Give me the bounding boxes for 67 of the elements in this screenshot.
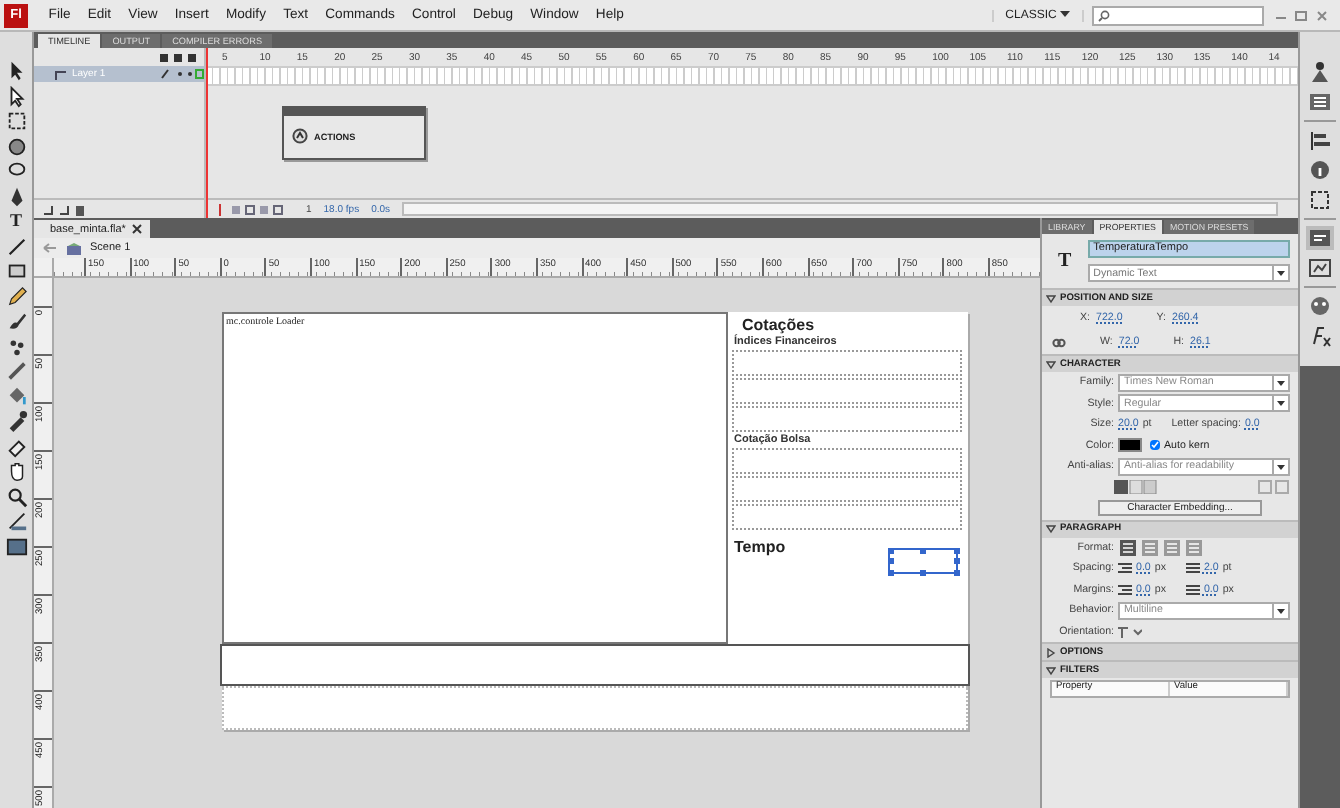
dropdown-arrow-icon[interactable] <box>1272 603 1288 618</box>
close-icon[interactable] <box>131 224 142 234</box>
layer-icon <box>54 67 68 81</box>
line-spacing-icon <box>1185 562 1200 575</box>
line-spacing-icon <box>1185 583 1200 596</box>
props-icon[interactable] <box>1306 226 1334 250</box>
align-icon[interactable] <box>1120 539 1136 556</box>
search-icon <box>1098 9 1110 21</box>
text-field[interactable] <box>732 378 962 404</box>
lasso-icon[interactable] <box>5 160 27 182</box>
orientation-icon[interactable] <box>1118 625 1142 638</box>
expanded-triangle-icon[interactable] <box>1046 665 1056 675</box>
dropdown-arrow-icon[interactable] <box>1272 396 1288 411</box>
scrollbar[interactable] <box>402 202 1278 216</box>
text-field[interactable] <box>732 448 962 474</box>
rect-icon[interactable] <box>5 260 27 282</box>
pencil-icon[interactable] <box>5 285 27 307</box>
indent-icon <box>1118 562 1132 575</box>
layer-state-icons <box>160 68 204 80</box>
caret-icon <box>1060 9 1070 17</box>
library-icon[interactable] <box>1306 90 1334 114</box>
layer-buttons-icon[interactable] <box>42 203 90 215</box>
info-icon[interactable] <box>1306 158 1334 182</box>
text-field[interactable] <box>732 406 962 432</box>
selected-text-field[interactable] <box>888 548 958 574</box>
color-swatch[interactable] <box>1118 438 1142 453</box>
dropdown-arrow-icon[interactable] <box>1272 375 1288 390</box>
actions-icon <box>292 128 308 144</box>
dropper-icon[interactable] <box>5 410 27 432</box>
expanded-triangle-icon[interactable] <box>1046 524 1056 534</box>
magnifier-icon[interactable] <box>5 485 27 507</box>
transform-icon[interactable] <box>1306 188 1334 212</box>
grid-icon[interactable] <box>1306 256 1334 280</box>
hollow-arrow-icon[interactable] <box>5 85 27 107</box>
hand-icon[interactable] <box>5 460 27 482</box>
brush-icon[interactable] <box>5 310 27 332</box>
expanded-triangle-icon[interactable] <box>1046 359 1056 369</box>
transform-icon[interactable] <box>5 110 27 132</box>
dropdown-arrow-icon[interactable] <box>1272 266 1288 280</box>
text-field[interactable] <box>732 350 962 376</box>
expanded-triangle-icon[interactable] <box>1046 293 1056 303</box>
align-icon[interactable] <box>1306 128 1334 152</box>
frame-cells[interactable] <box>206 66 1298 86</box>
checkbox[interactable] <box>1150 440 1160 451</box>
stroke-icon[interactable] <box>5 510 27 532</box>
figure-icon[interactable] <box>1306 60 1334 84</box>
fill-icon[interactable] <box>5 535 27 557</box>
dropdown-arrow-icon[interactable] <box>1272 459 1288 474</box>
scene-icon <box>66 241 82 255</box>
search-field[interactable] <box>1092 5 1264 25</box>
group-label: Tempo <box>732 536 786 560</box>
collapsed-triangle-icon[interactable] <box>1046 647 1056 657</box>
text-type-glyph: T <box>1058 250 1072 272</box>
indent-icon <box>1118 583 1132 596</box>
text-field[interactable] <box>732 504 962 530</box>
text-tool[interactable]: T <box>5 210 27 232</box>
spray-icon[interactable] <box>5 335 27 357</box>
sphere-icon[interactable] <box>5 135 27 157</box>
section-title: Cotações <box>740 316 817 334</box>
eraser-icon[interactable] <box>5 435 27 457</box>
window-controls-icon[interactable] <box>1272 7 1332 23</box>
line-icon[interactable] <box>5 235 27 257</box>
text-options-icons[interactable] <box>1114 480 1158 495</box>
link-icon[interactable] <box>1052 335 1066 349</box>
text-field[interactable] <box>732 476 962 502</box>
bucket-icon[interactable] <box>5 385 27 407</box>
layer-header-icons <box>158 51 198 63</box>
